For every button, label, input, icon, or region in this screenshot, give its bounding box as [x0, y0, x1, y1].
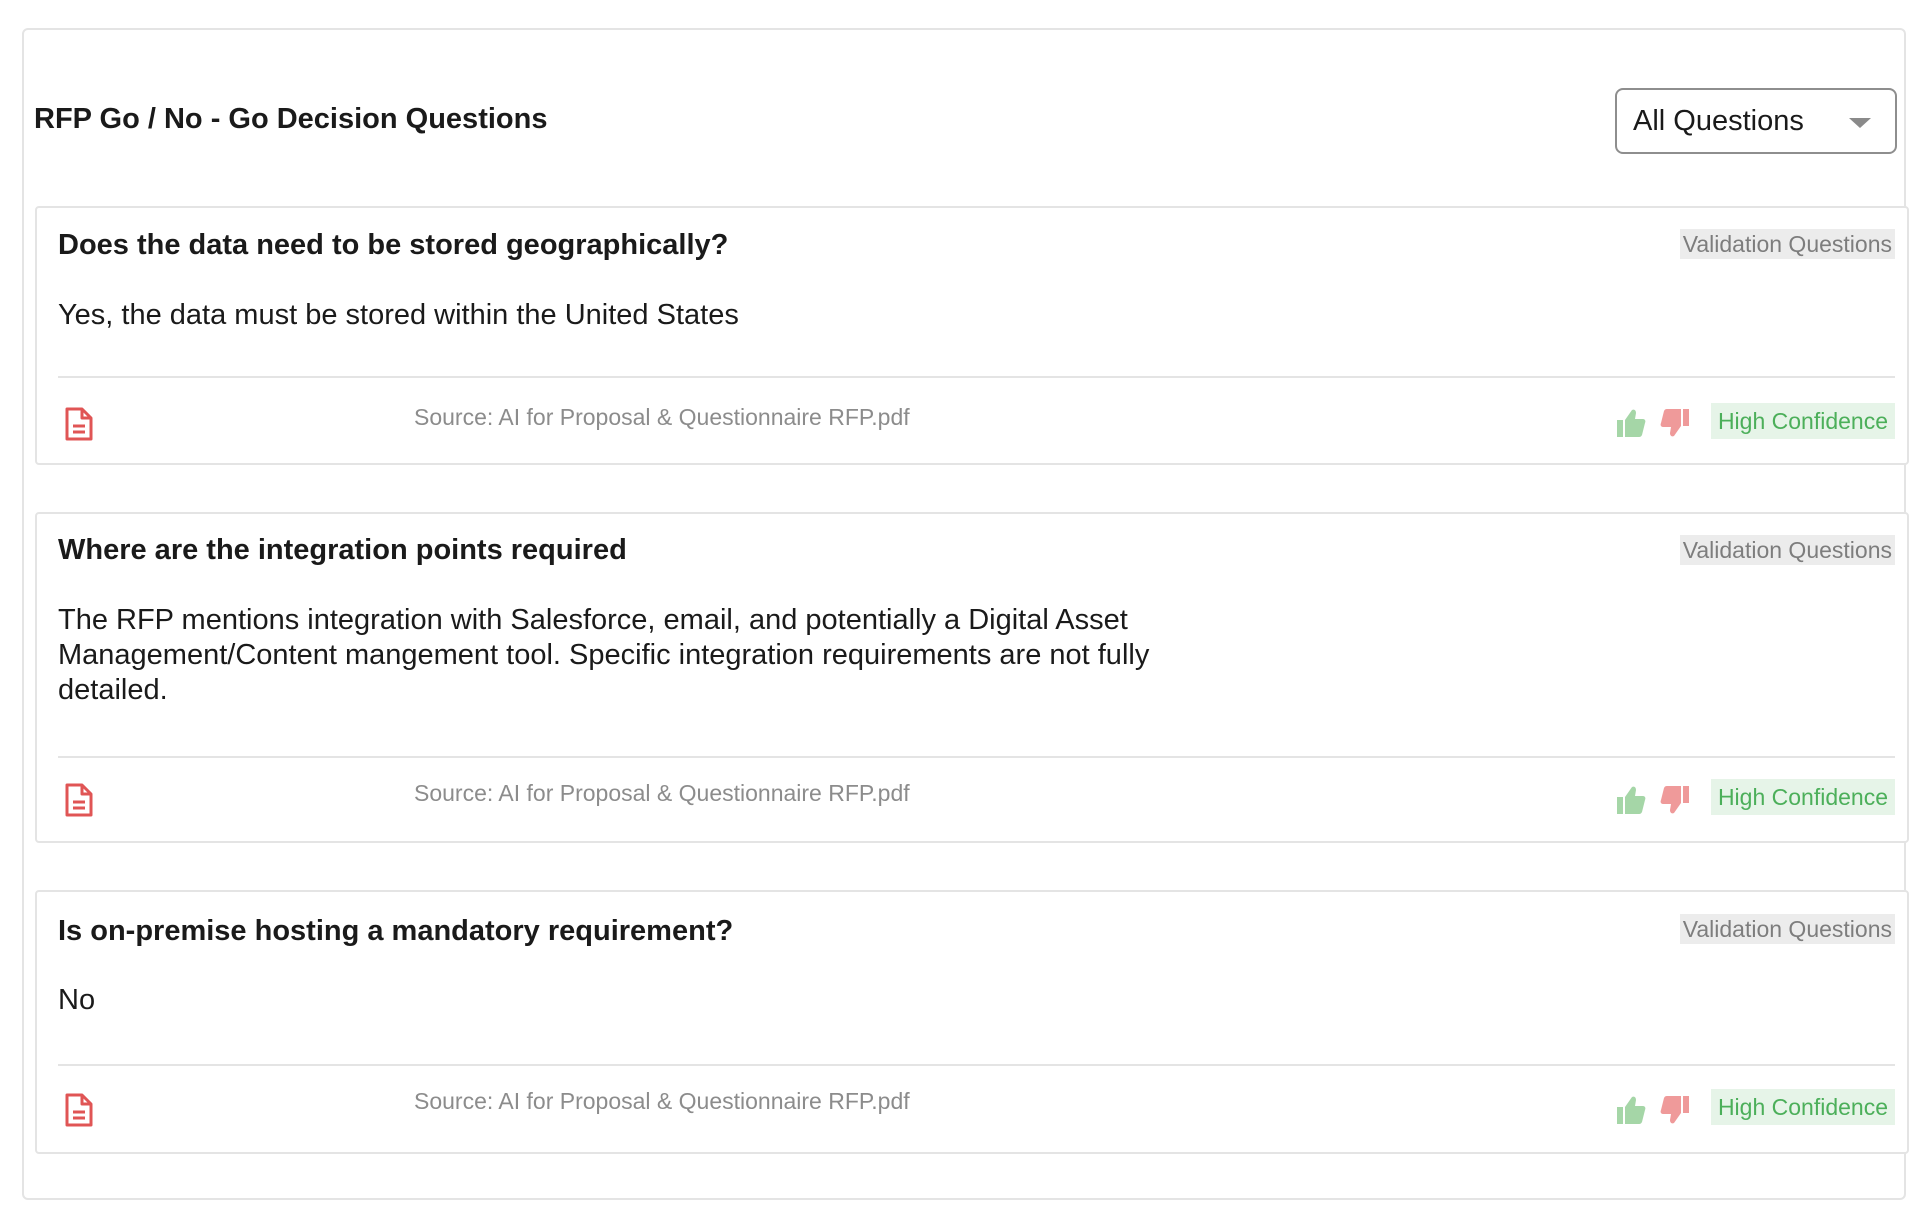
- filter-selected-value: All Questions: [1633, 105, 1804, 137]
- question-filter-dropdown[interactable]: All Questions: [1615, 88, 1897, 154]
- thumbs-up-icon[interactable]: [1615, 1094, 1647, 1126]
- card-divider: [58, 756, 1895, 758]
- question-answer: Yes, the data must be stored within the …: [58, 299, 739, 331]
- thumbs-down-icon[interactable]: [1659, 784, 1691, 816]
- question-type-badge: Validation Questions: [1679, 914, 1895, 944]
- question-type-badge: Validation Questions: [1679, 535, 1895, 565]
- card-divider: [58, 1064, 1895, 1066]
- card-divider: [58, 376, 1895, 378]
- answer-source: Source: AI for Proposal & Questionnaire …: [414, 404, 910, 430]
- question-title: Does the data need to be stored geograph…: [58, 229, 729, 261]
- confidence-badge: High Confidence: [1710, 403, 1895, 439]
- confidence-badge: High Confidence: [1710, 1089, 1895, 1125]
- chevron-down-icon: [1849, 118, 1871, 128]
- page-title: RFP Go / No - Go Decision Questions: [34, 103, 548, 135]
- thumbs-up-icon[interactable]: [1615, 784, 1647, 816]
- document-icon[interactable]: [64, 406, 94, 442]
- question-title: Where are the integration points require…: [58, 534, 627, 566]
- confidence-badge: High Confidence: [1710, 779, 1895, 815]
- question-answer: No: [58, 984, 96, 1016]
- thumbs-down-icon[interactable]: [1659, 1094, 1691, 1126]
- thumbs-up-icon[interactable]: [1615, 407, 1647, 439]
- document-icon[interactable]: [64, 1092, 94, 1128]
- question-title: Is on-premise hosting a mandatory requir…: [58, 915, 734, 947]
- question-type-badge: Validation Questions: [1679, 229, 1895, 259]
- thumbs-down-icon[interactable]: [1659, 407, 1691, 439]
- question-answer: The RFP mentions integration with Salesf…: [58, 604, 1150, 706]
- question-card: Where are the integration points require…: [35, 512, 1909, 843]
- question-card: Is on-premise hosting a mandatory requir…: [35, 890, 1909, 1154]
- question-card: Does the data need to be stored geograph…: [35, 206, 1909, 465]
- document-icon[interactable]: [64, 782, 94, 818]
- answer-source: Source: AI for Proposal & Questionnaire …: [414, 1088, 910, 1114]
- answer-source: Source: AI for Proposal & Questionnaire …: [414, 780, 910, 806]
